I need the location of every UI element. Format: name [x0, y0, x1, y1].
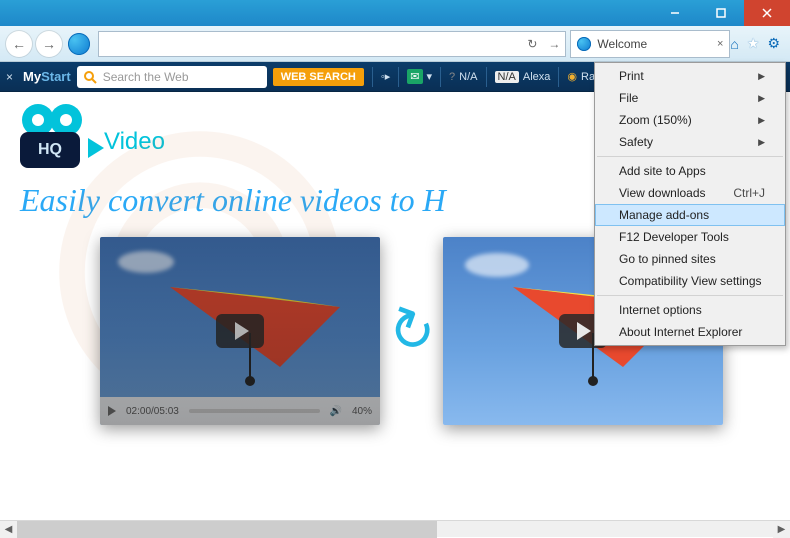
close-button[interactable] — [744, 0, 790, 26]
menu-separator — [597, 295, 783, 296]
toolbar-separator — [440, 67, 441, 87]
address-bar[interactable]: ↻ → — [98, 31, 566, 57]
back-icon: ← — [12, 36, 26, 52]
browser-tab[interactable]: Welcome × — [570, 30, 730, 58]
menu-compat-view[interactable]: Compatibility View settings — [595, 270, 785, 292]
menu-add-site[interactable]: Add site to Apps — [595, 160, 785, 182]
menu-separator — [597, 156, 783, 157]
toolbar-separator — [558, 67, 559, 87]
seek-bar[interactable] — [189, 409, 320, 413]
video-time: 02:00/05:03 — [126, 406, 179, 417]
ie-logo-icon — [68, 33, 90, 55]
video-thumbnail — [100, 237, 380, 425]
video-controls[interactable]: 02:00/05:03 🔊 40% — [100, 397, 380, 425]
menu-internet-options[interactable]: Internet options — [595, 299, 785, 321]
tools-menu: Print▶ File▶ Zoom (150%)▶ Safety▶ Add si… — [594, 62, 786, 346]
scroll-thumb[interactable] — [17, 521, 437, 538]
menu-about-ie[interactable]: About Internet Explorer — [595, 321, 785, 343]
search-placeholder: Search the Web — [103, 70, 189, 84]
forward-icon: → — [42, 36, 56, 52]
toolbar-alexa-item[interactable]: N/AAlexa — [495, 71, 551, 83]
minimize-button[interactable] — [652, 0, 698, 26]
hq-logo-icon: HQ — [20, 112, 92, 172]
radio-icon: ◉ — [567, 70, 577, 83]
browser-toolbar-right: ⌂ ★ ⚙ — [730, 35, 780, 52]
horizontal-scrollbar[interactable]: ◀ ▶ — [0, 520, 790, 537]
submenu-arrow-icon: ▶ — [758, 115, 765, 126]
volume-pct: 40% — [352, 406, 372, 417]
toolbar-close-icon[interactable]: × — [6, 70, 13, 84]
toolbar-speed-item[interactable]: ◦▸ — [381, 70, 390, 83]
menu-manage-addons[interactable]: Manage add-ons — [595, 204, 785, 226]
tab-favicon-icon — [577, 37, 591, 51]
toolbar-separator — [398, 67, 399, 87]
favorites-icon[interactable]: ★ — [747, 35, 760, 52]
back-button[interactable]: ← — [6, 31, 32, 57]
home-icon[interactable]: ⌂ — [730, 36, 738, 52]
browser-tabstrip: ← → ↻ → Welcome × ⌂ ★ ⚙ — [0, 26, 790, 62]
maximize-button[interactable] — [698, 0, 744, 26]
scroll-left-button[interactable]: ◀ — [0, 521, 17, 538]
menu-pinned-sites[interactable]: Go to pinned sites — [595, 248, 785, 270]
submenu-arrow-icon: ▶ — [758, 93, 765, 104]
toolbar-mail-item[interactable]: ✉▾ — [407, 69, 432, 84]
submenu-arrow-icon: ▶ — [758, 71, 765, 82]
mail-icon: ✉ — [407, 69, 422, 84]
toolbar-na-1[interactable]: ?N/A — [449, 71, 477, 83]
menu-file[interactable]: File▶ — [595, 87, 785, 109]
window-titlebar — [0, 0, 790, 26]
toolbar-search-input[interactable]: Search the Web — [77, 66, 267, 88]
refresh-icon[interactable]: ↻ — [521, 37, 543, 51]
menu-f12-tools[interactable]: F12 Developer Tools — [595, 226, 785, 248]
toolbar-separator — [372, 67, 373, 87]
play-icon[interactable] — [216, 314, 264, 348]
shortcut-label: Ctrl+J — [733, 186, 765, 200]
toolbar-separator — [486, 67, 487, 87]
play-small-icon[interactable] — [108, 406, 116, 416]
tools-gear-icon[interactable]: ⚙ — [767, 35, 780, 52]
convert-arrow-icon: ↺ — [378, 292, 445, 370]
forward-button[interactable]: → — [36, 31, 62, 57]
mystart-logo[interactable]: MyStart — [23, 69, 71, 84]
web-search-button[interactable]: WEB SEARCH — [273, 68, 364, 86]
menu-zoom[interactable]: Zoom (150%)▶ — [595, 109, 785, 131]
menu-print[interactable]: Print▶ — [595, 65, 785, 87]
menu-view-downloads[interactable]: View downloadsCtrl+J — [595, 182, 785, 204]
tab-close-icon[interactable]: × — [717, 38, 723, 50]
submenu-arrow-icon: ▶ — [758, 137, 765, 148]
tab-title: Welcome — [597, 37, 647, 51]
go-icon[interactable]: → — [543, 37, 565, 51]
scroll-track[interactable] — [17, 521, 773, 538]
search-icon — [83, 70, 97, 84]
video-before[interactable]: 02:00/05:03 🔊 40% — [100, 237, 380, 425]
scroll-right-button[interactable]: ▶ — [773, 521, 790, 538]
menu-safety[interactable]: Safety▶ — [595, 131, 785, 153]
address-input[interactable] — [99, 37, 521, 51]
volume-icon[interactable]: 🔊 — [330, 406, 342, 417]
